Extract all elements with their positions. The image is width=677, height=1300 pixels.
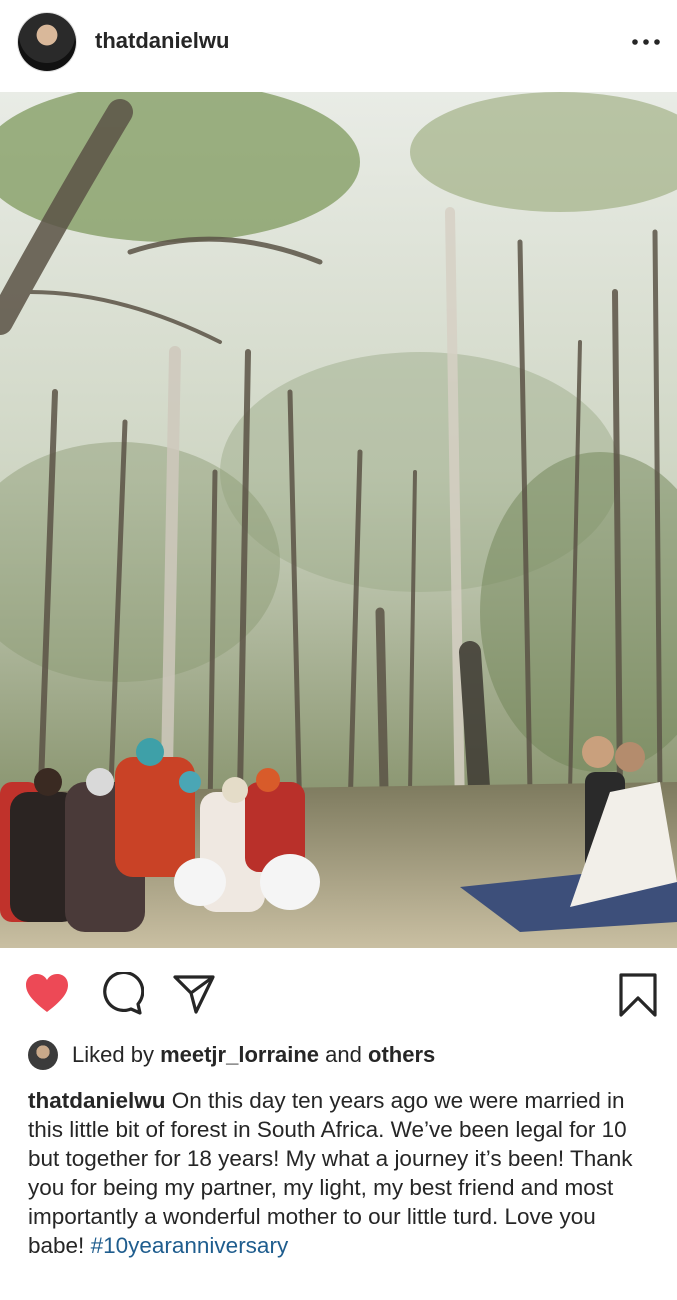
- post-caption: thatdanielwu On this day ten years ago w…: [28, 1086, 658, 1260]
- more-options-icon[interactable]: [628, 32, 664, 52]
- forest-wedding-photo: [0, 92, 677, 948]
- caption-hashtag[interactable]: #10yearanniversary: [91, 1233, 289, 1258]
- direct-share-icon[interactable]: [172, 972, 216, 1016]
- comment-icon[interactable]: [100, 972, 144, 1016]
- liker-avatar[interactable]: [28, 1040, 58, 1070]
- caption-username[interactable]: thatdanielwu: [28, 1088, 166, 1113]
- liker-username[interactable]: meetjr_lorraine: [160, 1042, 319, 1067]
- profile-avatar[interactable]: [18, 13, 76, 71]
- likes-text[interactable]: Liked by meetjr_lorraine and others: [72, 1042, 435, 1068]
- likes-conjunction: and: [325, 1042, 362, 1067]
- likes-prefix: Liked by: [72, 1042, 154, 1067]
- bookmark-icon[interactable]: [618, 972, 658, 1018]
- post-actions: [0, 960, 677, 1030]
- header-username[interactable]: thatdanielwu: [95, 28, 229, 54]
- post-header: thatdanielwu: [0, 0, 677, 90]
- post-photo[interactable]: [0, 92, 677, 948]
- heart-filled-icon[interactable]: [24, 972, 70, 1014]
- likes-others[interactable]: others: [368, 1042, 435, 1067]
